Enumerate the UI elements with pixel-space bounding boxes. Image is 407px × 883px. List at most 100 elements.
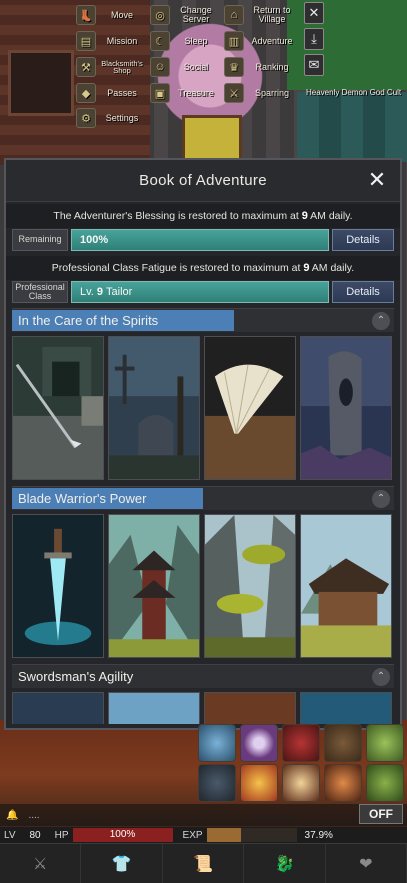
scroll-icon: 📜 — [193, 855, 213, 873]
download-icon: ⤓ — [311, 31, 317, 46]
bottom-nav: ⚔ 👕 📜 🐉 ❤ — [0, 843, 407, 883]
auto-off-button[interactable]: OFF — [359, 804, 403, 824]
chat-row[interactable]: 🔔 .... — [0, 804, 407, 826]
skill-slot[interactable] — [198, 764, 236, 802]
close-menu-button[interactable]: ✕ — [304, 2, 324, 24]
sword-icon: ⚔ — [33, 855, 48, 873]
gear-icon: ⚙ — [76, 108, 96, 128]
chat-text: .... — [28, 809, 40, 821]
menu-change-server[interactable]: ◎ Change Server — [150, 3, 218, 27]
adventure-card-spear[interactable] — [12, 336, 104, 480]
professional-class-bar: Lv. 9 Tailor — [71, 281, 329, 303]
class-details-button[interactable]: Details — [332, 281, 394, 303]
section-header[interactable]: Blade Warrior's Power ⌃ — [12, 486, 394, 510]
adventure-card-cliff[interactable] — [204, 514, 296, 658]
mail-icon: ✉ — [308, 57, 320, 72]
blessing-info: The Adventurer's Blessing is restored to… — [6, 204, 400, 228]
card-row — [12, 688, 394, 724]
adventure-section: Blade Warrior's Power ⌃ — [12, 486, 394, 664]
top-right-buttons: ✕ ⤓ ✉ — [304, 2, 326, 80]
adventure-card[interactable] — [300, 692, 392, 724]
nav-heart-button[interactable]: ❤ — [326, 844, 407, 883]
mail-button[interactable]: ✉ — [304, 54, 324, 76]
hp-bar: 100% — [72, 828, 173, 842]
adventure-card[interactable] — [12, 692, 104, 724]
remaining-label: Remaining — [12, 229, 68, 251]
blessing-details-button[interactable]: Details — [332, 229, 394, 251]
remaining-value: 100% — [80, 234, 109, 246]
globe-icon: ◎ — [150, 5, 170, 25]
section-header[interactable]: Swordsman's Agility ⌃ — [12, 664, 394, 688]
card-row — [12, 510, 394, 664]
professional-class-label: Professional Class — [12, 281, 68, 303]
bell-icon: 🔔 — [6, 809, 19, 821]
guild-caption: Heavenly Demon God Cult — [306, 88, 402, 97]
remaining-row: Remaining 100% Details — [6, 228, 400, 252]
heart-icon: ❤ — [359, 855, 373, 873]
card-row — [12, 332, 394, 486]
menu-ranking[interactable]: ♛ Ranking — [224, 55, 296, 79]
nav-armor-button[interactable]: 👕 — [81, 844, 163, 883]
book-of-adventure-modal: Book of Adventure ✕ The Adventurer's Ble… — [4, 158, 402, 730]
nav-dragon-button[interactable]: 🐉 — [244, 844, 326, 883]
skill-slot[interactable] — [240, 724, 278, 762]
adventure-section: In the Care of the Spirits ⌃ — [12, 308, 394, 486]
pagoda-image — [109, 515, 199, 657]
skill-slot[interactable] — [198, 724, 236, 762]
section-header[interactable]: In the Care of the Spirits ⌃ — [12, 308, 394, 332]
adventure-card-pagoda[interactable] — [108, 514, 200, 658]
menu-adventure[interactable]: ▥ Adventure — [224, 29, 296, 53]
fatigue-info: Professional Class Fatigue is restored t… — [6, 256, 400, 280]
adventure-card-dagger[interactable] — [12, 514, 104, 658]
adventure-card-grave[interactable] — [108, 336, 200, 480]
skill-bar — [198, 722, 407, 804]
menu-move[interactable]: 👢 Move — [76, 3, 144, 27]
adventure-card-fan[interactable] — [204, 336, 296, 480]
adventure-card-hut[interactable] — [300, 514, 392, 658]
skill-slot[interactable] — [282, 724, 320, 762]
menu-return-to-village[interactable]: ⌂ Return to Village — [224, 3, 296, 27]
graveyard-image — [109, 337, 199, 479]
menu-social[interactable]: ☺ Social — [150, 55, 218, 79]
modal-title: Book of Adventure — [139, 172, 267, 189]
nav-scroll-button[interactable]: 📜 — [163, 844, 245, 883]
level-label: LV — [4, 829, 16, 841]
skill-slot[interactable] — [240, 764, 278, 802]
top-menu: 👢 Move ◎ Change Server ⌂ Return to Villa… — [72, 0, 302, 130]
menu-sparring[interactable]: ⚔ Sparring — [224, 81, 296, 105]
menu-sleep[interactable]: ☾ Sleep — [150, 29, 218, 53]
menu-treasure[interactable]: ▣ Treasure — [150, 81, 218, 105]
skill-slot[interactable] — [366, 724, 404, 762]
adventure-card[interactable] — [204, 692, 296, 724]
skill-slot[interactable] — [324, 724, 362, 762]
skill-slot[interactable] — [366, 764, 404, 802]
remaining-bar: 100% — [71, 229, 329, 251]
collapse-button[interactable]: ⌃ — [372, 667, 390, 686]
dragon-icon: 🐉 — [274, 855, 295, 873]
boot-icon: 👢 — [76, 5, 96, 25]
sleep-icon: ☾ — [150, 31, 170, 51]
menu-mission[interactable]: ▤ Mission — [76, 29, 144, 53]
close-icon: ✕ — [308, 5, 320, 20]
water-tiles — [297, 92, 407, 162]
stone-ring-image — [301, 337, 391, 479]
menu-settings[interactable]: ⚙ Settings — [76, 106, 144, 130]
adventure-card-stone[interactable] — [300, 336, 392, 480]
exp-bar-fill — [206, 828, 241, 842]
chest-icon: ▣ — [150, 83, 170, 103]
nav-weapon-button[interactable]: ⚔ — [0, 844, 82, 883]
collapse-button[interactable]: ⌃ — [372, 489, 390, 508]
adventure-card[interactable] — [108, 692, 200, 724]
cliff-tree-image — [205, 515, 295, 657]
menu-passes[interactable]: ◆ Passes — [76, 81, 144, 105]
skill-slot[interactable] — [282, 764, 320, 802]
house-icon: ⌂ — [224, 5, 244, 25]
close-modal-button[interactable]: ✕ — [366, 169, 388, 191]
menu-blacksmiths-shop[interactable]: ⚒ Blacksmith's Shop — [76, 55, 144, 79]
skill-slot[interactable] — [324, 764, 362, 802]
adventure-book-icon: ▥ — [224, 31, 244, 51]
download-button[interactable]: ⤓ — [304, 28, 324, 50]
collapse-button[interactable]: ⌃ — [372, 311, 390, 330]
anvil-icon: ⚒ — [76, 57, 96, 77]
exp-bar — [206, 828, 297, 842]
